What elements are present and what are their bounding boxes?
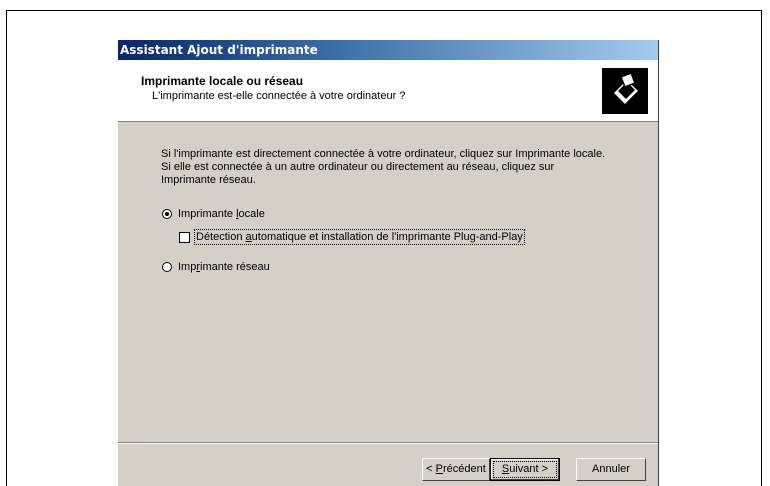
radio-unselected-icon[interactable]: [162, 262, 172, 272]
local-printer-radio[interactable]: Imprimante locale: [162, 208, 265, 220]
network-printer-radio[interactable]: Imprimante réseau: [162, 261, 270, 273]
checkbox-unchecked-icon[interactable]: [179, 231, 190, 243]
cancel-button[interactable]: Annuler: [576, 458, 646, 481]
title-bar[interactable]: Assistant Ajout d'imprimante: [118, 40, 658, 60]
printer-icon: [602, 68, 648, 114]
instruction-line: Imprimante réseau.: [161, 174, 256, 186]
next-button[interactable]: Suivant >: [490, 458, 560, 481]
network-printer-label: Imprimante réseau: [178, 261, 270, 273]
header-subtitle: L'imprimante est-elle connectée à votre …: [152, 90, 406, 102]
instruction-line: Si l'imprimante est directement connecté…: [161, 148, 606, 160]
window-title: Assistant Ajout d'imprimante: [120, 43, 318, 57]
footer-separator: [118, 442, 658, 444]
autodetect-label: Détection automatique et installation de…: [194, 229, 525, 245]
add-printer-wizard-dialog: Assistant Ajout d'imprimante Imprimante …: [118, 40, 659, 486]
header-title: Imprimante locale ou réseau: [141, 74, 304, 88]
radio-selected-icon[interactable]: [162, 209, 172, 219]
instruction-line: Si elle est connectée à un autre ordinat…: [161, 161, 555, 173]
wizard-header: Imprimante locale ou réseau L'imprimante…: [118, 60, 658, 122]
local-printer-label: Imprimante locale: [178, 208, 265, 220]
instructions: Si l'imprimante est directement connecté…: [161, 148, 641, 187]
autodetect-checkbox[interactable]: Détection automatique et installation de…: [179, 229, 525, 245]
back-button[interactable]: < Précédent: [422, 458, 490, 481]
